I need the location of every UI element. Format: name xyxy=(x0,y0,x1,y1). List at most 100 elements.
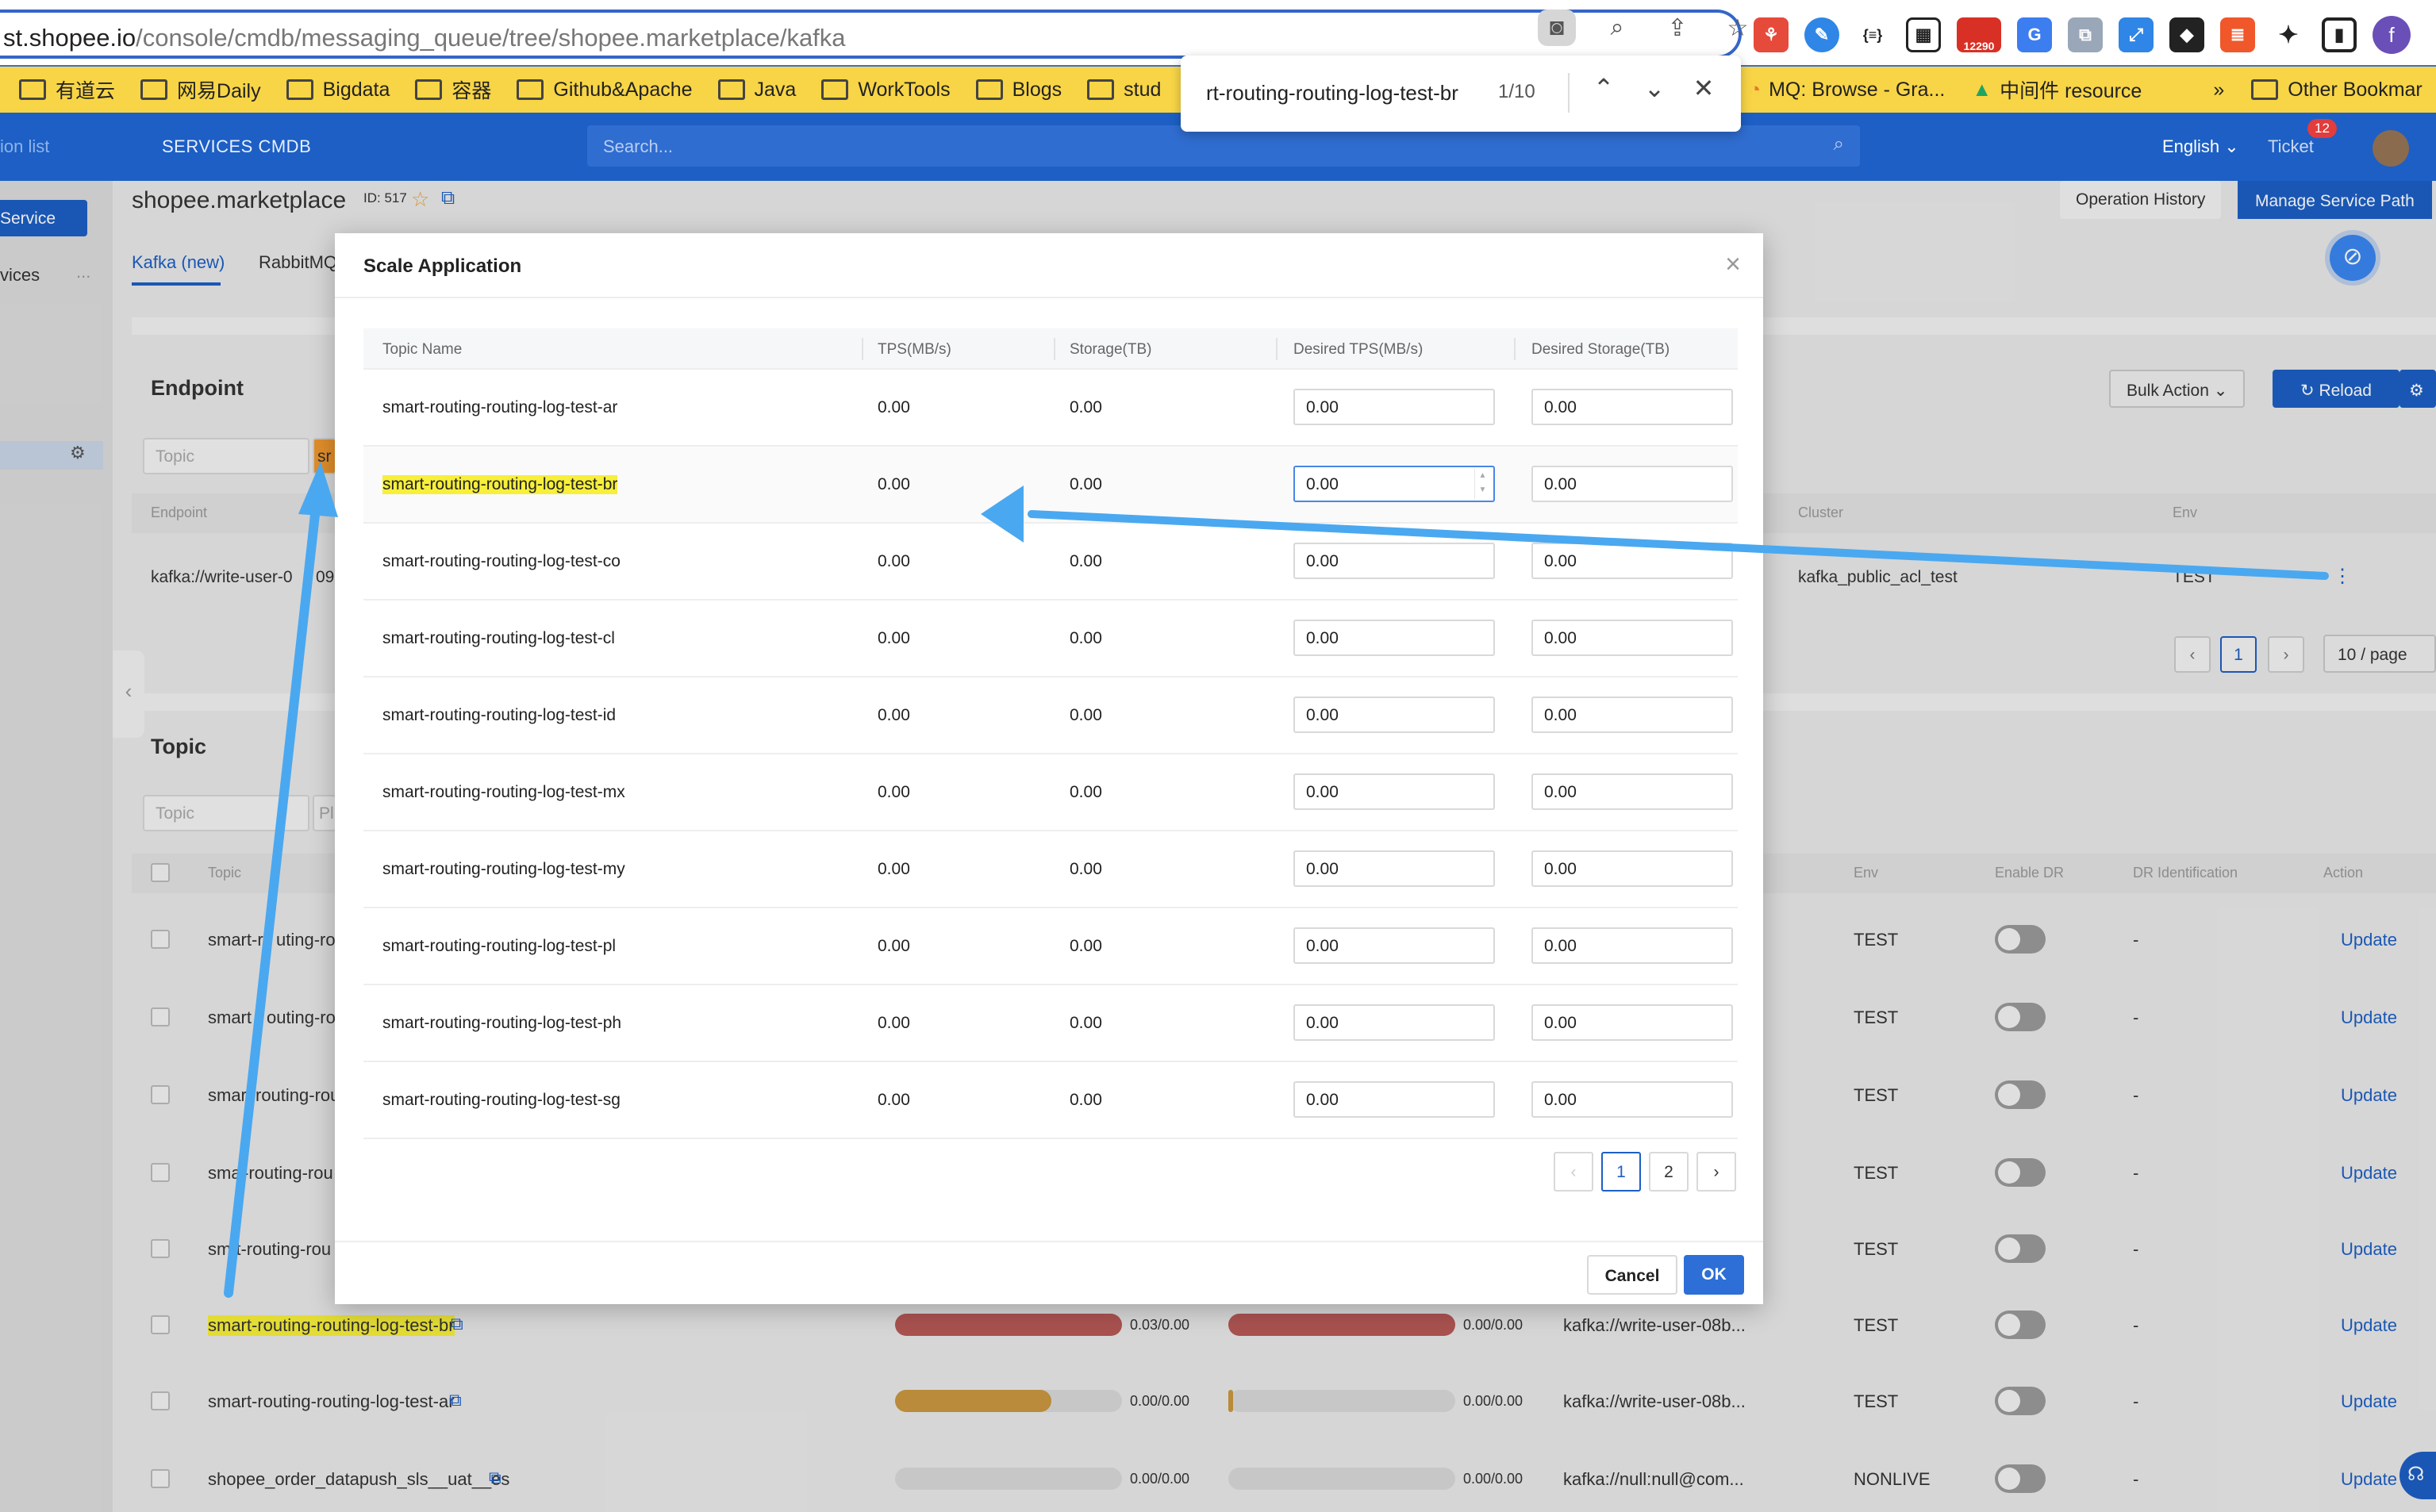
find-icon[interactable]: ◙ xyxy=(1538,10,1576,46)
bookmark-folder[interactable]: Java xyxy=(717,79,796,102)
cancel-button[interactable]: Cancel xyxy=(1587,1255,1677,1295)
extension-icon[interactable]: ⤢ xyxy=(2119,17,2154,52)
url-text: st.shopee.io/console/cmdb/messaging_queu… xyxy=(3,24,846,52)
close-icon[interactable]: ✕ xyxy=(1684,73,1723,103)
desired-tps-input[interactable]: 0.00 xyxy=(1293,697,1495,733)
scale-application-modal: Scale Application × Topic Name TPS(MB/s)… xyxy=(335,233,1763,1304)
bookmark-folder[interactable]: stud xyxy=(1087,79,1161,102)
desired-storage-input[interactable]: 0.00 xyxy=(1531,697,1733,733)
close-icon[interactable]: × xyxy=(1725,249,1741,280)
find-query-input[interactable]: rt-routing-routing-log-test-br xyxy=(1206,81,1458,106)
other-bookmarks-folder[interactable]: Other Bookmar xyxy=(2251,79,2423,102)
bookmark-folder[interactable]: Bigdata xyxy=(286,79,390,102)
bookmark-folder[interactable]: 网易Daily xyxy=(140,75,261,104)
storage-cell: 0.00 xyxy=(1070,475,1102,493)
desired-storage-input[interactable]: 0.00 xyxy=(1531,543,1733,579)
star-icon[interactable]: ☆ xyxy=(1719,10,1757,46)
desired-storage-input[interactable]: 0.00 xyxy=(1531,773,1733,810)
bookmark-link[interactable]: ◔ MQ: Browse - Gra... xyxy=(1749,79,1945,102)
extension-icon[interactable]: ⚘ xyxy=(1754,17,1789,52)
profile-avatar[interactable]: f xyxy=(2373,16,2411,54)
folder-icon xyxy=(415,79,443,100)
storage-cell: 0.00 xyxy=(1070,937,1102,955)
more-bookmarks-button[interactable]: » xyxy=(2213,79,2224,102)
topic-name-cell: smart-routing-routing-log-test-mx xyxy=(382,783,625,801)
desired-storage-input[interactable]: 0.00 xyxy=(1531,620,1733,656)
desired-tps-input[interactable]: 0.00 ▲ ▼ xyxy=(1293,466,1495,502)
zoom-icon[interactable]: ⌕ xyxy=(1598,10,1636,46)
scale-table: Topic Name TPS(MB/s) Storage(TB) Desired… xyxy=(363,328,1738,1139)
desired-tps-input[interactable]: 0.00 xyxy=(1293,927,1495,964)
bookmark-folder[interactable]: 容器 xyxy=(415,75,491,104)
modal-pager-next[interactable]: › xyxy=(1696,1152,1736,1192)
user-avatar[interactable] xyxy=(2373,130,2409,167)
bookmark-folder[interactable]: Blogs xyxy=(975,79,1062,102)
translate-icon[interactable]: G xyxy=(2017,17,2052,52)
drive-icon: ▲ xyxy=(1972,78,1992,101)
scale-row: smart-routing-routing-log-test-ph 0.00 0… xyxy=(363,985,1738,1062)
desired-tps-input[interactable]: 0.00 xyxy=(1293,1081,1495,1118)
modal-pager-page[interactable]: 2 xyxy=(1649,1152,1689,1192)
language-selector[interactable]: English ⌄ xyxy=(2162,136,2239,157)
share-icon[interactable]: ⇪ xyxy=(1658,10,1696,46)
desired-tps-input[interactable]: 0.00 xyxy=(1293,1004,1495,1041)
desired-storage-input[interactable]: 0.00 xyxy=(1531,466,1733,502)
tps-cell: 0.00 xyxy=(878,1091,910,1109)
ok-button[interactable]: OK xyxy=(1684,1255,1744,1295)
topic-name-cell: smart-routing-routing-log-test-sg xyxy=(382,1091,621,1109)
col-desired-tps: Desired TPS(MB/s) xyxy=(1293,341,1424,358)
storage-cell: 0.00 xyxy=(1070,1091,1102,1109)
number-spinner[interactable]: ▲ ▼ xyxy=(1474,469,1490,499)
chevron-up-icon[interactable]: ⌃ xyxy=(1584,73,1623,103)
modal-pager-page[interactable]: 1 xyxy=(1601,1152,1641,1192)
col-tps: TPS(MB/s) xyxy=(878,341,951,358)
mail-extension-icon[interactable]: 12290 xyxy=(1957,17,2001,52)
extension-icon[interactable]: ⧉ xyxy=(2068,17,2103,52)
ticket-link[interactable]: Ticket xyxy=(2268,136,2314,157)
col-desired-storage: Desired Storage(TB) xyxy=(1531,341,1670,358)
breadcrumb[interactable]: ion list xyxy=(0,136,49,157)
folder-icon xyxy=(717,79,745,100)
desired-tps-input[interactable]: 0.00 xyxy=(1293,850,1495,887)
tps-cell: 0.00 xyxy=(878,1014,910,1032)
qr-icon[interactable]: ▦ xyxy=(1906,17,1941,52)
address-bar[interactable]: st.shopee.io/console/cmdb/messaging_queu… xyxy=(0,10,1742,59)
desired-storage-input[interactable]: 0.00 xyxy=(1531,927,1733,964)
json-extension-icon[interactable]: {≡} xyxy=(1855,17,1890,52)
modal-pager-prev[interactable]: ‹ xyxy=(1554,1152,1593,1192)
scale-table-header: Topic Name TPS(MB/s) Storage(TB) Desired… xyxy=(363,328,1738,370)
extension-icon[interactable]: ◆ xyxy=(2169,17,2204,52)
bookmark-folder[interactable]: WorkTools xyxy=(821,79,951,102)
desired-storage-input[interactable]: 0.00 xyxy=(1531,389,1733,425)
desired-storage-input[interactable]: 0.00 xyxy=(1531,850,1733,887)
topic-name-cell: smart-routing-routing-log-test-cl xyxy=(382,629,615,647)
find-divider xyxy=(1568,73,1570,113)
scale-row: smart-routing-routing-log-test-ar 0.00 0… xyxy=(363,370,1738,447)
storage-cell: 0.00 xyxy=(1070,706,1102,724)
tps-cell: 0.00 xyxy=(878,937,910,955)
desired-tps-input[interactable]: 0.00 xyxy=(1293,389,1495,425)
desired-tps-input[interactable]: 0.00 xyxy=(1293,773,1495,810)
bookmark-folder[interactable]: 有道云 xyxy=(19,75,115,104)
desired-tps-input[interactable]: 0.00 xyxy=(1293,620,1495,656)
storage-cell: 0.00 xyxy=(1070,552,1102,570)
topic-name-cell: smart-routing-routing-log-test-ar xyxy=(382,398,618,416)
sidepanel-icon[interactable]: ▮ xyxy=(2322,17,2357,52)
column-divider xyxy=(1276,338,1278,360)
desired-tps-input[interactable]: 0.00 xyxy=(1293,543,1495,579)
desired-storage-input[interactable]: 0.00 xyxy=(1531,1081,1733,1118)
folder-icon xyxy=(517,79,544,100)
extension-icon[interactable]: ✎ xyxy=(1804,17,1839,52)
extension-icon[interactable]: ≣ xyxy=(2220,17,2255,52)
puzzle-icon[interactable]: ✦ xyxy=(2271,17,2306,52)
app-title[interactable]: SERVICES CMDB xyxy=(162,136,311,157)
folder-icon xyxy=(2251,79,2279,100)
storage-cell: 0.00 xyxy=(1070,398,1102,416)
chevron-down-icon[interactable]: ⌄ xyxy=(1635,73,1674,103)
folder-icon xyxy=(19,79,46,100)
bookmark-folder[interactable]: Github&Apache xyxy=(517,79,693,102)
desired-storage-input[interactable]: 0.00 xyxy=(1531,1004,1733,1041)
find-match-count: 1/10 xyxy=(1498,81,1535,102)
scale-row: smart-routing-routing-log-test-cl 0.00 0… xyxy=(363,601,1738,677)
bookmark-link[interactable]: ▲ 中间件 resource xyxy=(1972,75,2142,104)
